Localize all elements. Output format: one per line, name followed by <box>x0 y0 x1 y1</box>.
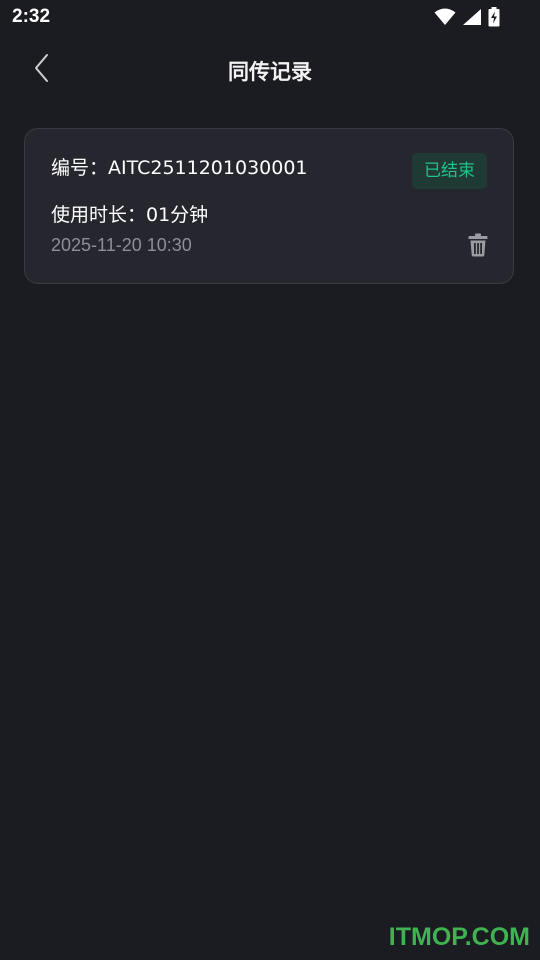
signal-icon <box>462 8 482 26</box>
record-number: 编号：AITC2511201030001 <box>51 157 308 179</box>
status-time: 2:32 <box>12 6 51 27</box>
watermark: ITMOP.COM <box>388 923 530 951</box>
record-datetime: 2025-11-20 10:30 <box>51 235 192 255</box>
battery-charging-icon <box>488 7 500 27</box>
status-icons <box>434 7 500 27</box>
record-duration: 使用时长：01分钟 <box>51 204 209 226</box>
record-card[interactable]: 编号：AITC2511201030001 已结束 使用时长：01分钟 2025-… <box>24 128 514 284</box>
nav-bar: 同传记录 <box>0 40 540 100</box>
wifi-icon <box>434 8 456 26</box>
page-title: 同传记录 <box>228 60 312 84</box>
trash-icon <box>468 233 488 261</box>
status-bar: 2:32 <box>0 0 540 36</box>
status-badge: 已结束 <box>412 153 487 189</box>
delete-button[interactable] <box>465 233 491 261</box>
